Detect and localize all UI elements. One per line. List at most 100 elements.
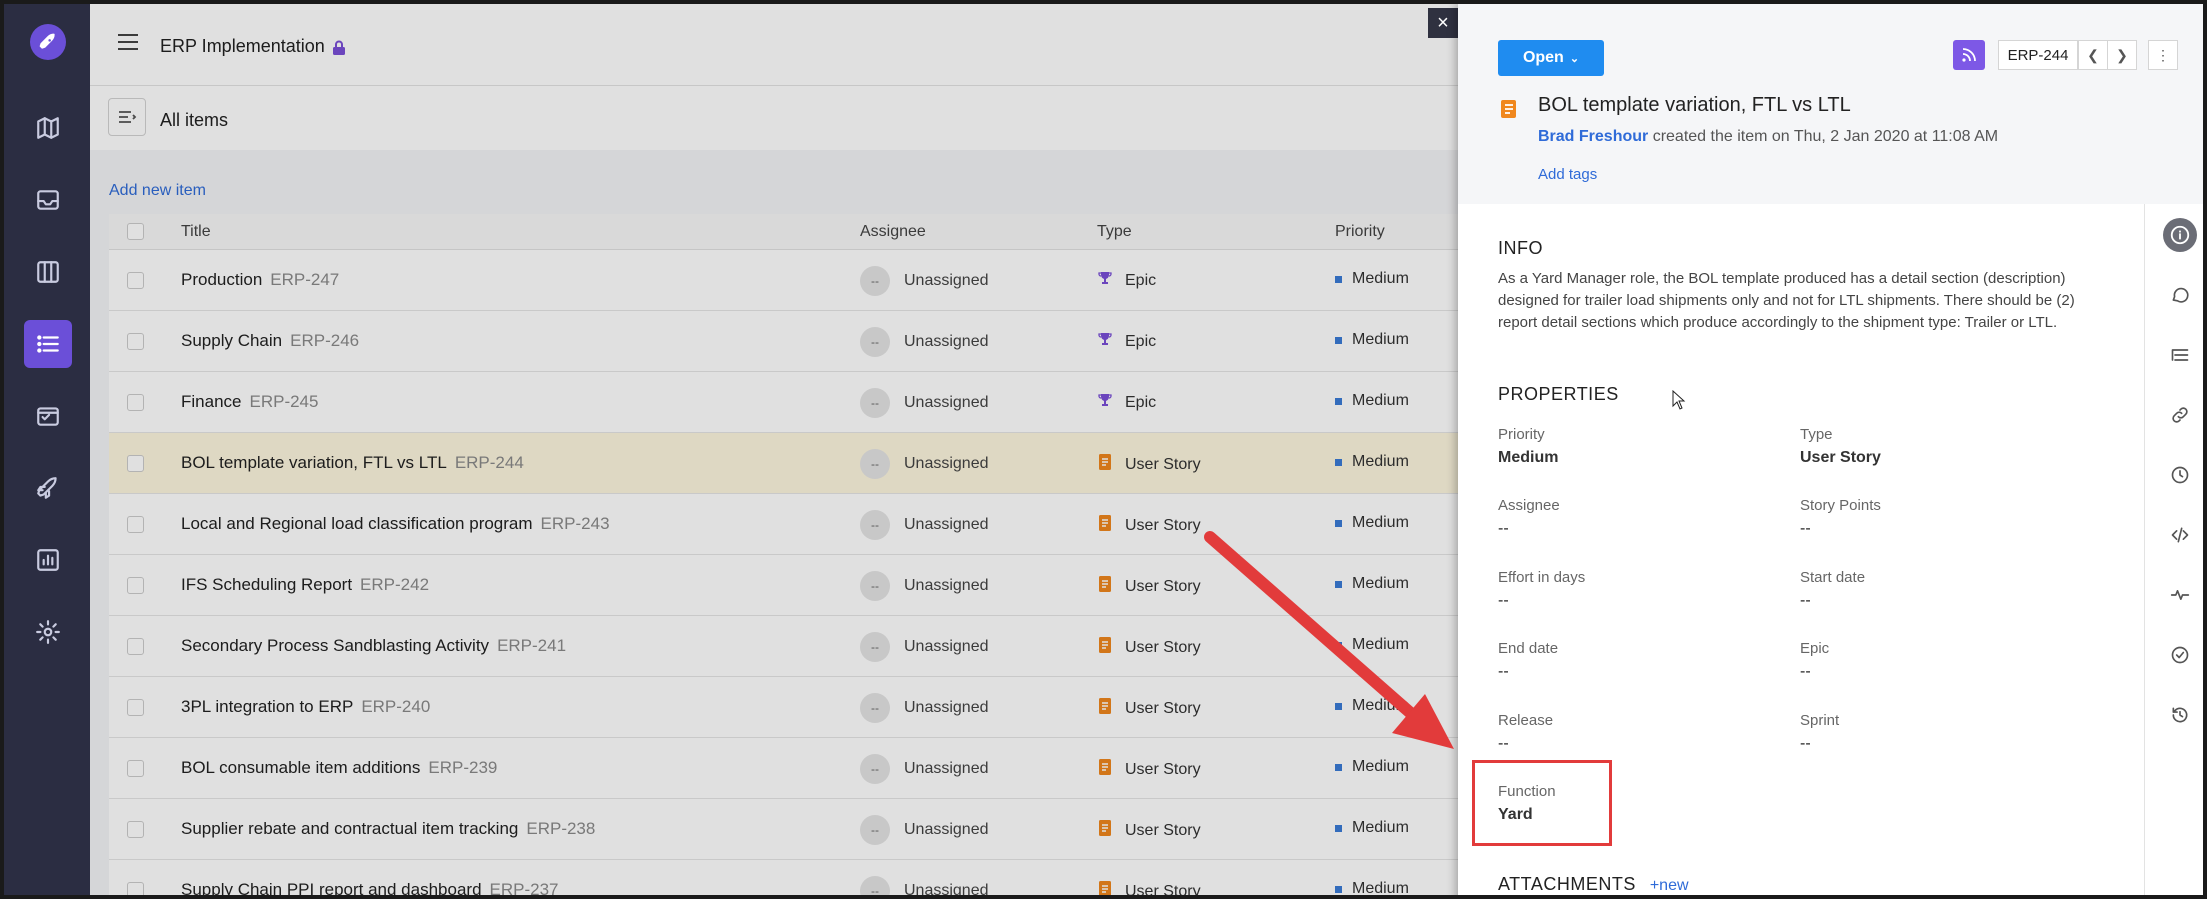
row-title-cell[interactable]: BOL consumable item additions ERP-239 [181, 758, 497, 778]
table-row[interactable]: BOL template variation, FTL vs LTL ERP-24… [109, 433, 1458, 494]
row-priority-cell[interactable]: Medium [1335, 636, 1409, 654]
row-priority-cell[interactable]: Medium [1335, 697, 1409, 715]
add-tags-link[interactable]: Add tags [1538, 166, 1597, 183]
prop-start-date[interactable]: Start date -- [1800, 569, 2080, 610]
row-priority-cell[interactable]: Medium [1335, 331, 1409, 349]
row-checkbox[interactable] [127, 455, 144, 472]
row-priority-cell[interactable]: Medium [1335, 880, 1409, 895]
row-assignee-cell[interactable]: -- Unassigned [860, 876, 989, 895]
table-row[interactable]: BOL consumable item additions ERP-239 -- Un… [109, 738, 1458, 799]
col-header-title[interactable]: Title [181, 223, 211, 241]
row-title[interactable]: Secondary Process Sandblasting Activity [181, 636, 489, 655]
table-row[interactable]: IFS Scheduling Report ERP-242 -- Unassigned… [109, 555, 1458, 616]
row-title[interactable]: Finance [181, 392, 241, 411]
table-row[interactable]: Supply Chain PPI report and dashboard ERP… [109, 860, 1458, 895]
row-checkbox[interactable] [127, 760, 144, 777]
subtasks-tab-icon[interactable] [2163, 338, 2197, 372]
row-title-cell[interactable]: Supplier rebate and contractual item tra… [181, 819, 595, 839]
table-row[interactable]: 3PL integration to ERP ERP-240 -- Unassigne… [109, 677, 1458, 738]
code-tab-icon[interactable] [2163, 518, 2197, 552]
row-assignee-cell[interactable]: -- Unassigned [860, 266, 989, 296]
row-title-cell[interactable]: BOL template variation, FTL vs LTL ERP-24… [181, 453, 524, 473]
view-options-button[interactable] [108, 98, 146, 136]
table-row[interactable]: Production ERP-247 -- Unassigned Epic Medium [109, 250, 1458, 311]
status-dropdown-button[interactable]: Open ⌄ [1498, 40, 1604, 76]
row-type-cell[interactable]: User Story [1097, 453, 1201, 476]
row-assignee-cell[interactable]: -- Unassigned [860, 754, 989, 784]
row-title-cell[interactable]: Production ERP-247 [181, 270, 339, 290]
row-priority-cell[interactable]: Medium [1335, 819, 1409, 837]
row-title[interactable]: Supply Chain PPI report and dashboard [181, 880, 482, 895]
item-key-badge[interactable]: ERP-244 [1998, 40, 2078, 70]
row-title-cell[interactable]: Local and Regional load classification p… [181, 514, 610, 534]
row-assignee-cell[interactable]: -- Unassigned [860, 693, 989, 723]
row-title[interactable]: Supplier rebate and contractual item tra… [181, 819, 518, 838]
row-assignee-cell[interactable]: -- Unassigned [860, 449, 989, 479]
row-title[interactable]: Production [181, 270, 262, 289]
table-row[interactable]: Supplier rebate and contractual item tra… [109, 799, 1458, 860]
row-title-cell[interactable]: 3PL integration to ERP ERP-240 [181, 697, 430, 717]
list-icon[interactable] [24, 320, 72, 368]
rss-feed-button[interactable] [1953, 40, 1985, 70]
row-checkbox[interactable] [127, 394, 144, 411]
prop-release[interactable]: Release -- [1498, 712, 1778, 753]
select-all-checkbox[interactable] [127, 223, 144, 240]
row-priority-cell[interactable]: Medium [1335, 514, 1409, 532]
row-title-cell[interactable]: Finance ERP-245 [181, 392, 318, 412]
row-checkbox[interactable] [127, 638, 144, 655]
row-title-cell[interactable]: Supply Chain PPI report and dashboard ERP… [181, 880, 559, 895]
clock-tab-icon[interactable] [2163, 458, 2197, 492]
link-tab-icon[interactable] [2163, 398, 2197, 432]
backlog-icon[interactable] [24, 392, 72, 440]
row-type-cell[interactable]: User Story [1097, 636, 1201, 659]
add-attachment-link[interactable]: +new [1650, 877, 1689, 894]
row-type-cell[interactable]: User Story [1097, 880, 1201, 895]
row-title[interactable]: Local and Regional load classification p… [181, 514, 533, 533]
prop-type[interactable]: Type User Story [1800, 426, 2080, 467]
row-type-cell[interactable]: User Story [1097, 819, 1201, 842]
row-type-cell[interactable]: User Story [1097, 514, 1201, 537]
row-title-cell[interactable]: Supply Chain ERP-246 [181, 331, 359, 351]
row-priority-cell[interactable]: Medium [1335, 270, 1409, 288]
row-assignee-cell[interactable]: -- Unassigned [860, 510, 989, 540]
col-header-type[interactable]: Type [1097, 223, 1132, 241]
close-panel-button[interactable]: × [1428, 8, 1458, 38]
activity-tab-icon[interactable] [2163, 578, 2197, 612]
prop-priority[interactable]: Priority Medium [1498, 426, 1778, 467]
prop-epic[interactable]: Epic -- [1800, 640, 2080, 681]
row-priority-cell[interactable]: Medium [1335, 575, 1409, 593]
prop-end-date[interactable]: End date -- [1498, 640, 1778, 681]
creator-link[interactable]: Brad Freshour [1538, 128, 1648, 145]
row-assignee-cell[interactable]: -- Unassigned [860, 815, 989, 845]
row-priority-cell[interactable]: Medium [1335, 392, 1409, 410]
board-icon[interactable] [24, 248, 72, 296]
table-row[interactable]: Supply Chain ERP-246 -- Unassigned Epic Mediu… [109, 311, 1458, 372]
info-tab-icon[interactable] [2163, 218, 2197, 252]
row-assignee-cell[interactable]: -- Unassigned [860, 632, 989, 662]
row-type-cell[interactable]: Epic [1097, 331, 1156, 352]
prev-item-button[interactable]: ❮ [2078, 40, 2108, 70]
table-row[interactable]: Finance ERP-245 -- Unassigned Epic Medium [109, 372, 1458, 433]
col-header-priority[interactable]: Priority [1335, 223, 1385, 241]
next-item-button[interactable]: ❯ [2107, 40, 2137, 70]
row-checkbox[interactable] [127, 882, 144, 895]
row-title-cell[interactable]: Secondary Process Sandblasting Activity E… [181, 636, 566, 656]
prop-effort[interactable]: Effort in days -- [1498, 569, 1778, 610]
row-type-cell[interactable]: User Story [1097, 575, 1201, 598]
row-type-cell[interactable]: Epic [1097, 392, 1156, 413]
roadmap-icon[interactable] [24, 104, 72, 152]
col-header-assignee[interactable]: Assignee [860, 223, 926, 241]
comments-tab-icon[interactable] [2163, 278, 2197, 312]
row-priority-cell[interactable]: Medium [1335, 758, 1409, 776]
row-title[interactable]: 3PL integration to ERP [181, 697, 353, 716]
row-assignee-cell[interactable]: -- Unassigned [860, 327, 989, 357]
prop-assignee[interactable]: Assignee -- [1498, 497, 1778, 538]
row-checkbox[interactable] [127, 333, 144, 350]
hamburger-menu-icon[interactable] [118, 34, 138, 55]
row-checkbox[interactable] [127, 821, 144, 838]
rocket-logo-icon[interactable] [30, 24, 66, 60]
add-new-item-link[interactable]: Add new item [109, 182, 206, 200]
more-options-button[interactable]: ⋮ [2148, 40, 2178, 70]
checklist-tab-icon[interactable] [2163, 638, 2197, 672]
table-row[interactable]: Secondary Process Sandblasting Activity E… [109, 616, 1458, 677]
